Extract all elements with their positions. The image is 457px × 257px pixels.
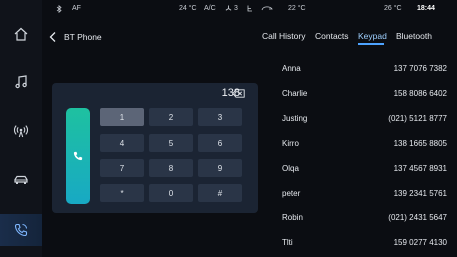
music-note-icon[interactable]: [8, 69, 34, 95]
contact-name: Charlie: [282, 89, 308, 98]
temp-right[interactable]: 26 °C: [384, 5, 402, 12]
key-8[interactable]: 8: [149, 159, 193, 177]
sidebar: [0, 0, 42, 257]
tab-bluetooth[interactable]: Bluetooth: [396, 31, 432, 41]
key-7[interactable]: 7: [100, 159, 144, 177]
contact-number: 137 7076 7382: [393, 64, 447, 73]
contact-number: 137 4567 8931: [393, 164, 447, 173]
home-icon[interactable]: [8, 21, 34, 47]
key-4[interactable]: 4: [100, 134, 144, 152]
contact-name: Tlti: [282, 238, 293, 247]
recirculation-icon[interactable]: [261, 5, 273, 14]
key-star[interactable]: *: [100, 184, 144, 202]
contact-name: Anna: [282, 64, 301, 73]
contact-name: Kirro: [282, 139, 299, 148]
key-1[interactable]: 1: [100, 108, 144, 126]
contact-number: (021) 5121 8777: [388, 114, 447, 123]
contact-number: 159 0277 4130: [393, 238, 447, 247]
tab-keypad-label: Keypad: [358, 31, 387, 41]
temp-center[interactable]: 22 °C: [288, 5, 306, 12]
tab-keypad[interactable]: Keypad: [358, 31, 387, 45]
bluetooth-icon: [56, 4, 62, 15]
seat-heat-icon[interactable]: [247, 5, 253, 14]
contact-name: Robin: [282, 213, 303, 222]
contact-name: Justing: [282, 114, 308, 123]
car-icon[interactable]: [8, 167, 34, 193]
contact-number: (021) 2431 5647: [388, 213, 447, 222]
page-title: BT Phone: [64, 32, 102, 42]
tab-active-underline: [358, 43, 384, 45]
tab-call-history[interactable]: Call History: [262, 31, 305, 41]
contact-number: 158 8086 6402: [393, 89, 447, 98]
phone-icon: [73, 151, 83, 161]
contact-name: Olqa: [282, 164, 299, 173]
key-5[interactable]: 5: [149, 134, 193, 152]
key-9[interactable]: 9: [198, 159, 242, 177]
call-button[interactable]: [66, 108, 90, 204]
contact-number: 139 2341 5761: [393, 189, 447, 198]
af-indicator: AF: [72, 5, 81, 12]
contact-name: peter: [282, 189, 301, 198]
key-2[interactable]: 2: [149, 108, 193, 126]
radio-icon[interactable]: [8, 118, 34, 144]
fan-icon[interactable]: [225, 5, 232, 14]
key-0[interactable]: 0: [149, 184, 193, 202]
clock: 18:44: [417, 5, 435, 12]
status-bar: AF 24 °C A/C 3 22 °C 26 °C 18:44: [42, 0, 457, 18]
key-hash[interactable]: #: [198, 184, 242, 202]
ac-indicator[interactable]: A/C: [204, 5, 216, 12]
key-3[interactable]: 3: [198, 108, 242, 126]
contact-number: 138 1665 8805: [393, 139, 447, 148]
fan-level[interactable]: 3: [234, 5, 238, 12]
temp-left[interactable]: 24 °C: [179, 5, 197, 12]
back-button[interactable]: BT Phone: [48, 30, 102, 44]
backspace-icon[interactable]: [232, 89, 245, 98]
phone-icon[interactable]: [8, 217, 34, 243]
key-6[interactable]: 6: [198, 134, 242, 152]
chevron-left-icon[interactable]: [48, 31, 58, 43]
tab-contacts[interactable]: Contacts: [315, 31, 349, 41]
